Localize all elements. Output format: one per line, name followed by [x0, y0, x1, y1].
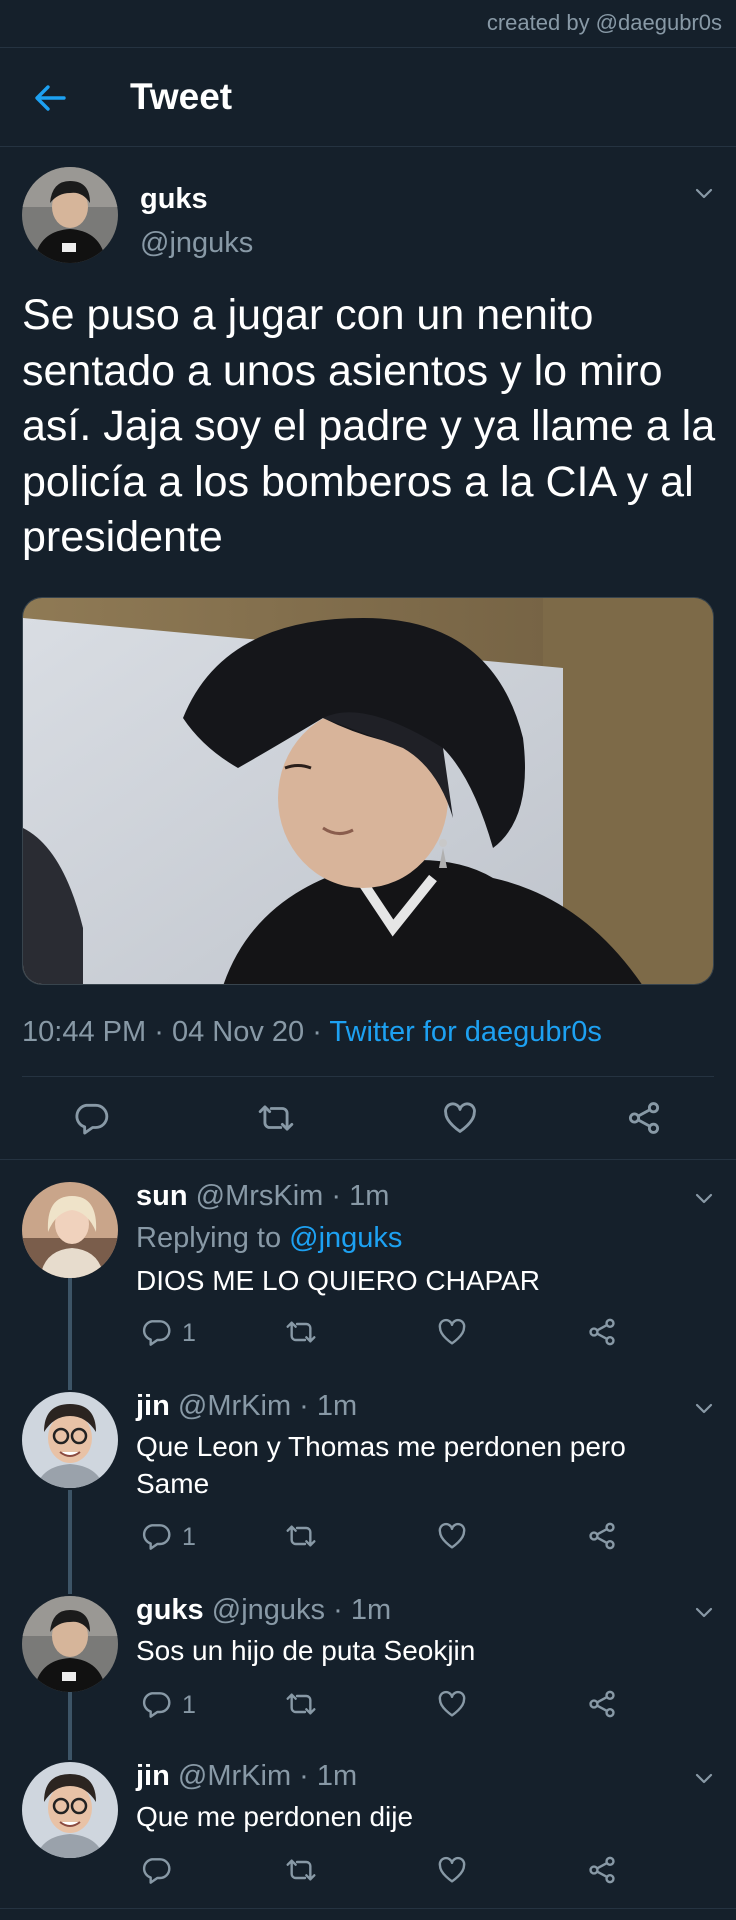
reply-text: Que Leon y Thomas me perdonen pero Same	[136, 1431, 626, 1499]
replying-to: Replying to @jnguks	[136, 1220, 696, 1257]
chevron-down-icon[interactable]	[692, 181, 716, 205]
meta-separator: ·	[331, 1180, 342, 1212]
reply-item[interactable]: sun @MrsKim · 1m Replying to @jnguks DIO…	[0, 1168, 736, 1368]
chevron-down-icon[interactable]	[692, 1766, 716, 1790]
reply-count: 1	[182, 1523, 196, 1551]
reply-icon[interactable]	[140, 1688, 172, 1720]
tweet-time: 10:44 PM	[22, 1016, 147, 1048]
replying-to-label: Replying to	[136, 1222, 290, 1254]
reply-time: 1m	[350, 1594, 392, 1626]
like-icon[interactable]	[436, 1520, 468, 1552]
reply-author-handle[interactable]: @MrKim	[178, 1760, 291, 1792]
meta-separator: ·	[333, 1594, 343, 1626]
retweet-icon[interactable]	[285, 1854, 317, 1886]
reply-time: 1m	[349, 1180, 390, 1212]
reply-author-name[interactable]: sun	[136, 1180, 188, 1212]
reply-text: Sos un hijo de puta Seokjin	[136, 1635, 476, 1666]
retweet-icon[interactable]	[257, 1099, 295, 1137]
avatar[interactable]	[22, 1762, 118, 1858]
chevron-down-icon[interactable]	[692, 1396, 716, 1420]
reply-text: Que me perdonen dije	[136, 1801, 414, 1832]
arrow-left-icon[interactable]	[30, 78, 70, 118]
reply-header: guks @jnguks · 1m	[136, 1594, 391, 1627]
meta-separator: ·	[154, 1016, 164, 1048]
top-bar: Tweet	[0, 47, 736, 147]
reply-author-handle[interactable]: @MrKim	[178, 1390, 291, 1422]
divider	[0, 1908, 736, 1909]
reply-header: jin @MrKim · 1m	[136, 1760, 357, 1793]
reply-count: 1	[182, 1691, 196, 1719]
like-icon[interactable]	[436, 1316, 468, 1348]
reply-author-name[interactable]: jin	[136, 1390, 170, 1422]
author-name[interactable]: guks	[140, 183, 208, 216]
reply-item[interactable]: jin @MrKim · 1m Que Leon y Thomas me per…	[0, 1380, 736, 1580]
retweet-icon[interactable]	[285, 1520, 317, 1552]
reply-item[interactable]: jin @MrKim · 1m Que me perdonen dije	[0, 1750, 736, 1910]
reply-author-handle[interactable]: @jnguks	[212, 1594, 325, 1626]
avatar[interactable]	[22, 1392, 118, 1488]
retweet-icon[interactable]	[285, 1316, 317, 1348]
author-handle[interactable]: @jnguks	[140, 227, 253, 260]
like-icon[interactable]	[441, 1099, 479, 1137]
share-icon[interactable]	[586, 1688, 618, 1720]
reply-author-handle[interactable]: @MrsKim	[196, 1180, 324, 1212]
reply-header: sun @MrsKim · 1m	[136, 1180, 389, 1213]
reply-icon[interactable]	[140, 1520, 172, 1552]
avatar[interactable]	[22, 1596, 118, 1692]
tweet-date: 04 Nov 20	[171, 1016, 305, 1048]
tweet-text: Se puso a jugar con un nenito sentado a …	[22, 291, 716, 561]
reply-text: DIOS ME LO QUIERO CHAPAR	[136, 1265, 540, 1296]
reply-author-name[interactable]: jin	[136, 1760, 170, 1792]
share-icon[interactable]	[625, 1099, 663, 1137]
share-icon[interactable]	[586, 1854, 618, 1886]
tweet-actions	[0, 1077, 736, 1159]
retweet-icon[interactable]	[285, 1688, 317, 1720]
chevron-down-icon[interactable]	[692, 1600, 716, 1624]
reply-item[interactable]: guks @jnguks · 1m Sos un hijo de puta Se…	[0, 1584, 736, 1750]
avatar[interactable]	[22, 1182, 118, 1278]
reply-icon[interactable]	[140, 1316, 172, 1348]
reply-time: 1m	[316, 1390, 358, 1422]
watermark: created by @daegubr0s	[486, 10, 722, 35]
share-icon[interactable]	[586, 1316, 618, 1348]
like-icon[interactable]	[436, 1688, 468, 1720]
replying-to-link[interactable]: @jnguks	[289, 1222, 402, 1254]
meta-separator: ·	[299, 1760, 309, 1792]
chevron-down-icon[interactable]	[692, 1186, 716, 1210]
tweet-meta: 10:44 PM · 04 Nov 20 · Twitter for daegu…	[22, 1016, 602, 1049]
tweet-author: guks @jnguks	[0, 165, 736, 265]
avatar[interactable]	[22, 167, 118, 263]
divider	[0, 1159, 736, 1160]
like-icon[interactable]	[436, 1854, 468, 1886]
reply-header: jin @MrKim · 1m	[136, 1390, 357, 1423]
tweet-source-link[interactable]: Twitter for daegubr0s	[329, 1016, 601, 1048]
reply-count: 1	[182, 1319, 196, 1347]
share-icon[interactable]	[586, 1520, 618, 1552]
tweet-media-image[interactable]	[22, 597, 714, 985]
reply-icon[interactable]	[72, 1099, 110, 1137]
meta-separator: ·	[312, 1016, 322, 1048]
reply-time: 1m	[316, 1760, 358, 1792]
reply-author-name[interactable]: guks	[136, 1594, 204, 1626]
reply-icon[interactable]	[140, 1854, 172, 1886]
page-title: Tweet	[130, 76, 233, 117]
meta-separator: ·	[299, 1390, 309, 1422]
